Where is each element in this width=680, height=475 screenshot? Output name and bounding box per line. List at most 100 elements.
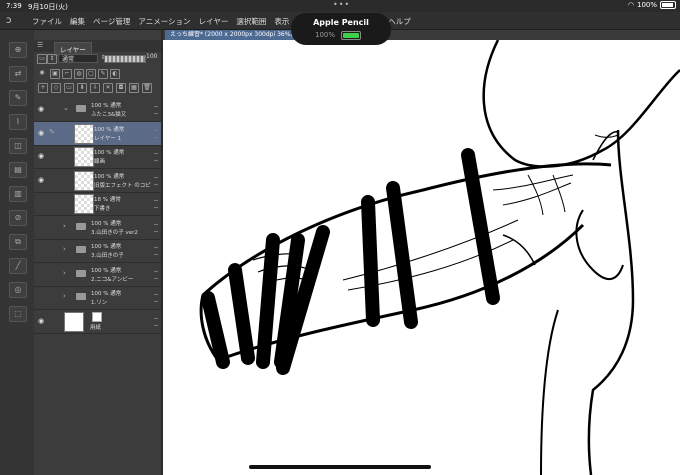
pencil-battery-percent: 100% xyxy=(315,31,336,39)
drag-handle-icon[interactable] xyxy=(154,129,158,138)
select-icon[interactable]: ⧉ xyxy=(9,234,27,250)
zoom-icon[interactable]: ⊕ xyxy=(9,42,27,58)
visibility-eye-icon[interactable]: ◉ xyxy=(37,129,45,137)
menu-item-1[interactable]: 編集 xyxy=(70,16,85,27)
drag-handle-icon[interactable] xyxy=(154,200,158,208)
new-raster-layer-icon[interactable]: + xyxy=(38,83,48,93)
panel-menu-icon[interactable]: ☰ xyxy=(37,41,43,49)
menu-item-5[interactable]: 選択範囲 xyxy=(236,16,266,27)
tool-bar: ⊕ ⇄ ✎ ⌇ ◫ ▤ ▥ ⊘ ⧉ ╱ ◎ ⬚ xyxy=(0,30,35,475)
ref-icon[interactable]: ◍ xyxy=(74,69,84,79)
canvas-tab[interactable]: えっち練習* (2000 x 2000px 300dpi 36%) xyxy=(165,30,298,40)
brush-icon[interactable]: ⌇ xyxy=(9,114,27,130)
clip-icon[interactable]: ⌐ xyxy=(62,69,72,79)
status-time: 7:39 xyxy=(6,2,22,10)
visibility-eye-icon[interactable]: ◉ xyxy=(37,105,45,113)
pen-icon[interactable]: ✎ xyxy=(9,90,27,106)
menu-item-6[interactable]: 表示 xyxy=(274,16,289,27)
drag-handle-icon[interactable] xyxy=(154,153,158,161)
layer-thumbnail xyxy=(74,147,94,167)
multitasking-dots[interactable]: ••• xyxy=(333,0,350,9)
layer-row[interactable]: ◉ 100 % 通常 線画 xyxy=(34,145,162,169)
canvas-tabbar: えっち練習* (2000 x 2000px 300dpi 36%) xyxy=(163,30,680,40)
layer-row[interactable]: ◉ ⌄ 100 % 通常 ふたこ3&猫又 xyxy=(34,98,162,122)
blend-stepper-icon[interactable]: ⇕ xyxy=(47,54,57,64)
layer-name: 3.山田きの子 xyxy=(91,253,124,259)
new-vector-layer-icon[interactable]: ◇ xyxy=(51,83,61,93)
layer-row[interactable]: › 100 % 通常 3.山田きの子 xyxy=(34,239,162,263)
expand-toggle-icon[interactable]: › xyxy=(63,269,66,277)
visibility-eye-icon[interactable]: ◉ xyxy=(37,152,45,160)
mask-lock-icon[interactable]: ▢ xyxy=(86,69,96,79)
drag-handle-icon[interactable] xyxy=(154,176,158,185)
opacity-slider[interactable] xyxy=(104,55,146,63)
layer-row[interactable]: 18 % 通常 下書き xyxy=(34,192,162,216)
status-bar: 7:39 9月10日(火) ••• ◠ 100% xyxy=(0,0,680,12)
clear-icon[interactable]: ✕ xyxy=(103,83,113,93)
layer-name: 線画 xyxy=(94,159,106,165)
lock-icon[interactable]: ▣ xyxy=(50,69,60,79)
expand-toggle-icon[interactable]: › xyxy=(63,245,66,253)
move-icon[interactable]: ⇄ xyxy=(9,66,27,82)
opacity-value[interactable]: 100 xyxy=(146,53,157,60)
layer-mode: 100 % 通常 xyxy=(91,291,122,297)
layer-mode: 100 % 通常 xyxy=(94,126,125,133)
battery-icon xyxy=(660,1,676,9)
new-folder-icon[interactable]: ▭ xyxy=(64,83,74,93)
menu-item-9[interactable]: ヘルプ xyxy=(388,16,411,27)
trash-icon[interactable]: 🗑 xyxy=(142,83,152,93)
drag-handle-icon[interactable] xyxy=(154,247,158,255)
eye-icon[interactable]: ◉ xyxy=(38,69,46,77)
visibility-eye-icon[interactable]: ◉ xyxy=(37,317,45,325)
layer-type-icon[interactable]: ▭ xyxy=(37,54,47,64)
drawing-canvas[interactable] xyxy=(163,40,680,475)
layer-row[interactable]: ◉ 100 % 通常旧版エフェクト のコピ xyxy=(34,169,162,193)
apply-mask-icon[interactable]: ▦ xyxy=(129,83,139,93)
blend-mode-select[interactable]: 通常 xyxy=(58,54,98,63)
menu-item-0[interactable]: ファイル xyxy=(32,16,62,27)
layer-mode: 100 % 通常 xyxy=(91,103,122,109)
text-icon[interactable]: ⊘ xyxy=(9,210,27,226)
layer-mode: 100 % 通常 xyxy=(94,173,125,180)
battery-percent: 100% xyxy=(636,1,657,9)
transfer-icon[interactable]: ⇩ xyxy=(90,83,100,93)
eraser-icon[interactable]: ◫ xyxy=(9,138,27,154)
menu-item-4[interactable]: レイヤー xyxy=(199,16,229,27)
draft-icon[interactable]: ✎ xyxy=(98,69,108,79)
layer-name: 用紙 xyxy=(90,324,102,331)
drag-handle-icon[interactable] xyxy=(154,294,158,302)
layer-actions-row: + ◇ ▭ ⬇ ⇩ ✕ ◘ ▦ 🗑 xyxy=(34,83,162,95)
menu-item-3[interactable]: アニメーション xyxy=(138,16,190,27)
layer-mode: 100 % 通常 xyxy=(91,267,122,274)
status-right: ◠ 100% xyxy=(628,1,676,9)
fill-icon[interactable]: ▤ xyxy=(9,162,27,178)
layer-row[interactable]: › 100 % 通常 3.山田きの子 ver2 xyxy=(34,216,162,240)
ruler-icon[interactable]: ╱ xyxy=(9,258,27,274)
folder-icon xyxy=(76,222,86,230)
drag-handle-icon[interactable] xyxy=(154,270,158,279)
color-icon[interactable]: ⬚ xyxy=(9,306,27,322)
layer-row[interactable]: ◉ 用紙 xyxy=(34,310,162,334)
layer-row[interactable]: › 100 % 通常 1.リン xyxy=(34,286,162,310)
layer-icon[interactable]: ▥ xyxy=(9,186,27,202)
mask-icon[interactable]: ◘ xyxy=(116,83,126,93)
wifi-icon: ◠ xyxy=(627,1,634,9)
visibility-eye-icon[interactable]: ◉ xyxy=(37,176,45,184)
layer-name: 旧版エフェクト のコピ xyxy=(94,182,151,189)
expand-toggle-icon[interactable]: › xyxy=(63,222,66,230)
app-logo-icon[interactable]: ↄ xyxy=(6,15,20,27)
merge-down-icon[interactable]: ⬇ xyxy=(77,83,87,93)
layer-row[interactable]: › 100 % 通常 2.ニコ&アンビー xyxy=(34,263,162,287)
line-icon[interactable]: ◎ xyxy=(9,282,27,298)
layer-toggle-row: ◉ ▣ ⌐ ◍ ▢ ✎ ◐ xyxy=(34,67,162,79)
layer-row[interactable]: ◉ ✎ 100 % 通常 レイヤー 1 xyxy=(34,121,162,146)
drag-handle-icon[interactable] xyxy=(154,223,158,232)
menu-item-2[interactable]: ページ管理 xyxy=(93,16,130,27)
expand-toggle-icon[interactable]: ⌄ xyxy=(63,104,69,112)
layer-name: 3.山田きの子 ver2 xyxy=(91,229,138,236)
drag-handle-icon[interactable] xyxy=(154,317,158,326)
drag-handle-icon[interactable] xyxy=(154,106,158,114)
color-icon[interactable]: ◐ xyxy=(110,69,120,79)
expand-toggle-icon[interactable]: › xyxy=(63,292,66,300)
layer-thumbnail xyxy=(74,194,94,214)
